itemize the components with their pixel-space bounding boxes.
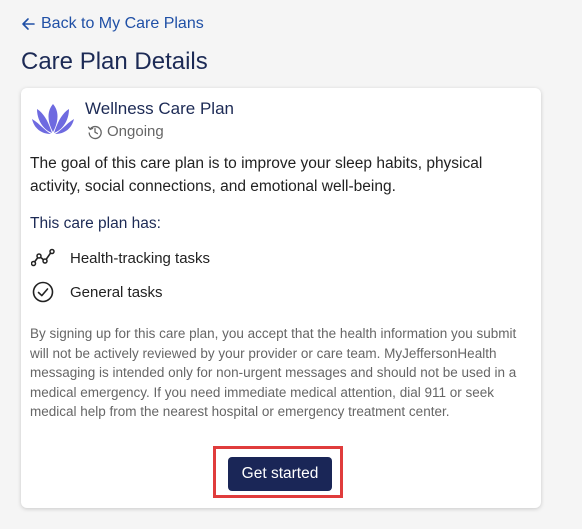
page-title: Care Plan Details <box>21 48 208 75</box>
task-type-general: General tasks <box>31 280 163 304</box>
trend-line-icon <box>31 248 55 267</box>
lotus-icon <box>32 104 74 134</box>
care-plan-card: Wellness Care Plan Ongoing The goal of t… <box>21 88 541 508</box>
arrow-left-icon <box>22 18 35 30</box>
get-started-button[interactable]: Get started <box>228 457 332 491</box>
history-icon <box>87 125 102 139</box>
disclaimer-text: By signing up for this care plan, you ac… <box>30 326 517 419</box>
task-type-label: Health-tracking tasks <box>70 249 211 267</box>
plan-description: The goal of this care plan is to improve… <box>30 155 483 195</box>
check-circle-icon <box>32 281 54 303</box>
back-to-care-plans-link[interactable]: Back to My Care Plans <box>21 15 204 33</box>
status-label: Ongoing <box>107 123 164 140</box>
back-link-label: Back to My Care Plans <box>41 15 204 32</box>
plan-name: Wellness Care Plan <box>85 99 234 118</box>
task-type-label: General tasks <box>70 283 163 301</box>
task-type-health-tracking: Health-tracking tasks <box>31 248 210 268</box>
status-badge: Ongoing <box>87 123 164 140</box>
plan-contents-heading: This care plan has: <box>30 215 161 232</box>
